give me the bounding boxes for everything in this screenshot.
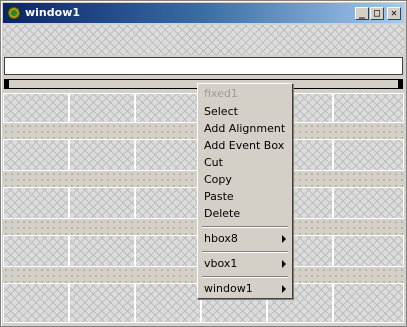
placeholder-cell[interactable]: [3, 235, 69, 267]
menu-item-delete[interactable]: Delete: [204, 207, 240, 221]
submenu-arrow-icon: [282, 260, 286, 268]
menu-item-add-alignment[interactable]: Add Alignment: [204, 122, 285, 136]
placeholder-cell[interactable]: [69, 93, 135, 123]
context-menu: fixed1 Select Add Alignment Add Event Bo…: [197, 83, 293, 299]
menu-item-paste[interactable]: Paste: [204, 190, 234, 204]
maximize-button[interactable]: □: [370, 7, 384, 20]
menu-separator: [202, 251, 288, 253]
placeholder-cell[interactable]: [3, 139, 69, 171]
placeholder-cell[interactable]: [135, 235, 201, 267]
window-title: window1: [25, 6, 81, 19]
menu-item-hbox8[interactable]: hbox8: [204, 232, 238, 246]
placeholder-cell[interactable]: [333, 139, 404, 171]
placeholder-cell[interactable]: [3, 283, 69, 323]
text-entry[interactable]: [4, 57, 403, 75]
menu-header-fixed1: fixed1: [204, 87, 238, 100]
app-icon[interactable]: [7, 6, 21, 20]
selection-handle[interactable]: [4, 84, 9, 89]
submenu-arrow-icon: [282, 235, 286, 243]
placeholder-cell[interactable]: [135, 187, 201, 219]
submenu-arrow-icon: [282, 285, 286, 293]
menu-item-add-event-box[interactable]: Add Event Box: [204, 139, 284, 153]
placeholder-cell[interactable]: [333, 235, 404, 267]
menu-separator: [202, 276, 288, 278]
selection-handle[interactable]: [398, 84, 403, 89]
menu-item-cut[interactable]: Cut: [204, 156, 223, 170]
placeholder-area-top[interactable]: [3, 25, 404, 55]
placeholder-cell[interactable]: [135, 139, 201, 171]
placeholder-cell[interactable]: [69, 139, 135, 171]
placeholder-cell[interactable]: [69, 235, 135, 267]
placeholder-cell[interactable]: [3, 187, 69, 219]
placeholder-cell[interactable]: [135, 283, 201, 323]
placeholder-cell[interactable]: [69, 187, 135, 219]
close-button[interactable]: ✕: [387, 7, 401, 20]
placeholder-cell[interactable]: [333, 187, 404, 219]
menu-item-window1[interactable]: window1: [204, 282, 253, 296]
placeholder-cell[interactable]: [333, 283, 404, 323]
placeholder-cell[interactable]: [3, 93, 69, 123]
menu-item-copy[interactable]: Copy: [204, 173, 232, 187]
placeholder-cell[interactable]: [333, 93, 404, 123]
menu-item-vbox1[interactable]: vbox1: [204, 257, 237, 271]
main-window: window1 _ □ ✕ fixed1 Select Add Alignmen…: [0, 0, 407, 327]
placeholder-cell[interactable]: [135, 93, 201, 123]
title-bar[interactable]: window1 _ □ ✕: [3, 3, 404, 23]
menu-item-select[interactable]: Select: [204, 105, 238, 119]
placeholder-cell[interactable]: [69, 283, 135, 323]
menu-separator: [202, 226, 288, 228]
minimize-button[interactable]: _: [355, 7, 369, 20]
